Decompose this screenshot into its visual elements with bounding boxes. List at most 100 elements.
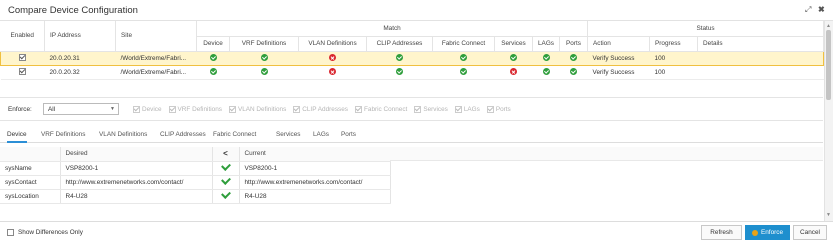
enforce-option: Ports	[486, 106, 511, 113]
column-header-desired[interactable]: Desired	[60, 147, 213, 162]
enforce-bar: Enforce: All ▼ Device VRF Definitions VLAN…	[0, 97, 823, 121]
scroll-up-arrow-icon[interactable]: ▲	[826, 23, 831, 29]
cell-match-fabric-connect	[432, 65, 495, 80]
column-header-ports[interactable]: Ports	[559, 36, 589, 52]
refresh-button[interactable]: Refresh	[701, 225, 742, 240]
cell-details	[697, 50, 825, 66]
column-header-compare[interactable]: <	[212, 147, 240, 162]
enforce-option-checkbox	[486, 106, 494, 113]
success-check-icon	[542, 54, 550, 62]
cell-match-services	[494, 65, 533, 80]
cell-site: /World/Extreme/Fabri...	[115, 65, 197, 80]
scrollbar-thumb[interactable]	[826, 30, 831, 100]
config-diff-table: Desired < Current sysName VSP8200-1 VSP820…	[0, 147, 391, 204]
cell-match-device	[196, 50, 230, 66]
tab-services[interactable]: Services	[276, 131, 301, 138]
expand-arrows-icon[interactable]: ⤢	[805, 5, 811, 15]
success-check-icon	[570, 68, 578, 76]
enforce-options: Device VRF Definitions VLAN Definitions CLI…	[133, 106, 511, 113]
cell-attribute-name: sysContact	[0, 175, 61, 190]
enforce-option-label: CLIP Addresses	[302, 106, 348, 113]
tab-vrf-definitions[interactable]: VRF Definitions	[41, 131, 85, 138]
cell-current: R4-U28	[239, 189, 391, 204]
success-check-icon	[510, 54, 517, 62]
enforce-button[interactable]: Enforce	[745, 225, 790, 240]
column-header-lags[interactable]: LAGs	[532, 36, 560, 52]
show-differences-label: Show Differences Only	[18, 229, 83, 236]
error-x-icon	[329, 68, 336, 76]
column-header-vlan-definitions[interactable]: VLAN Definitions	[298, 36, 367, 52]
enforce-select[interactable]: All ▼	[43, 103, 119, 115]
enforce-option-label: Fabric Connect	[363, 106, 408, 113]
column-header-enabled[interactable]: Enabled	[0, 21, 45, 52]
column-header-ip-address[interactable]: IP Address	[44, 21, 116, 52]
column-header-progress[interactable]: Progress	[649, 36, 699, 52]
cell-desired: R4-U28	[60, 189, 213, 204]
enforce-option: VLAN Definitions	[228, 106, 287, 113]
tab-fabric-connect[interactable]: Fabric Connect	[213, 131, 256, 138]
detail-tabs: Device VRF Definitions VLAN Definitions CLI…	[0, 128, 823, 143]
enforce-option-label: Services	[423, 106, 448, 113]
cell-match-lags	[532, 65, 560, 80]
diff-row[interactable]: sysLocation R4-U28 R4-U28	[0, 189, 391, 204]
enforce-option-label: VLAN Definitions	[237, 106, 287, 113]
chevron-down-icon[interactable]: ▼	[110, 106, 115, 112]
scroll-down-arrow-icon[interactable]: ▼	[826, 212, 831, 218]
enabled-checkbox[interactable]	[19, 54, 27, 62]
enforce-option-checkbox	[454, 106, 462, 113]
tab-clip-addresses[interactable]: CLIP Addresses	[160, 131, 206, 138]
cell-enabled[interactable]	[0, 50, 45, 66]
diff-row[interactable]: sysName VSP8200-1 VSP8200-1	[0, 161, 391, 176]
enforce-option-checkbox	[133, 106, 140, 113]
show-differences-toggle[interactable]: Show Differences Only	[7, 229, 83, 236]
column-header-clip-addresses[interactable]: CLIP Addresses	[366, 36, 433, 52]
success-check-icon	[396, 68, 403, 76]
enabled-checkbox[interactable]	[19, 68, 26, 76]
cell-enabled[interactable]	[0, 65, 45, 80]
cell-match	[212, 161, 240, 176]
column-header-fabric-connect[interactable]: Fabric Connect	[432, 36, 495, 52]
device-row[interactable]: 20.0.20.32/World/Extreme/Fabri... Verify …	[0, 65, 824, 80]
close-icon[interactable]: ✖	[818, 5, 825, 14]
column-header-action[interactable]: Action	[587, 36, 651, 52]
error-x-icon	[329, 54, 336, 62]
cell-ip-address: 20.0.20.32	[44, 65, 116, 80]
tab-lags[interactable]: LAGs	[313, 131, 329, 138]
cell-attribute-name: sysName	[0, 161, 61, 176]
cell-match	[212, 189, 240, 204]
cell-match-ports	[559, 50, 588, 66]
cancel-button[interactable]: Cancel	[793, 225, 827, 240]
tab-ports[interactable]: Ports	[341, 131, 356, 138]
enforce-option-checkbox	[228, 106, 236, 113]
enforce-option: LAGs	[454, 106, 480, 113]
cell-match-services	[494, 50, 533, 66]
info-icon	[751, 229, 758, 236]
success-check-icon	[460, 68, 467, 76]
compare-arrow-icon: <	[223, 149, 228, 159]
cell-match-lags	[532, 50, 560, 66]
enforce-selected-value: All	[48, 106, 56, 113]
enforce-option-label: Device	[142, 106, 162, 113]
success-check-icon	[570, 54, 578, 62]
success-check-icon	[396, 54, 403, 62]
cell-current: VSP8200-1	[239, 161, 391, 176]
column-header-services[interactable]: Services	[494, 36, 533, 52]
column-header-device[interactable]: Device	[196, 36, 230, 52]
tab-device[interactable]: Device	[7, 131, 27, 143]
enforce-option-label: LAGs	[463, 106, 480, 113]
match-check-icon	[220, 161, 231, 171]
match-check-icon	[220, 189, 231, 199]
tab-vlan-definitions[interactable]: VLAN Definitions	[99, 131, 147, 138]
column-header-current[interactable]: Current	[239, 147, 391, 162]
success-check-icon	[209, 68, 217, 76]
cell-match-clip-addresses	[366, 50, 433, 66]
enforce-option: CLIP Addresses	[293, 106, 348, 113]
device-row[interactable]: 20.0.20.31/World/Extreme/Fabri... Verify …	[0, 50, 825, 66]
column-header-details[interactable]: Details	[697, 36, 825, 52]
show-differences-checkbox[interactable]	[7, 229, 14, 236]
diff-row[interactable]: sysContact http://www.extremenetworks.com…	[0, 175, 391, 190]
column-header-site[interactable]: Site	[115, 21, 197, 52]
enforce-option: Fabric Connect	[354, 106, 408, 113]
cell-action: Verify Success	[587, 50, 650, 66]
column-header-vrf-definitions[interactable]: VRF Definitions	[229, 36, 299, 52]
